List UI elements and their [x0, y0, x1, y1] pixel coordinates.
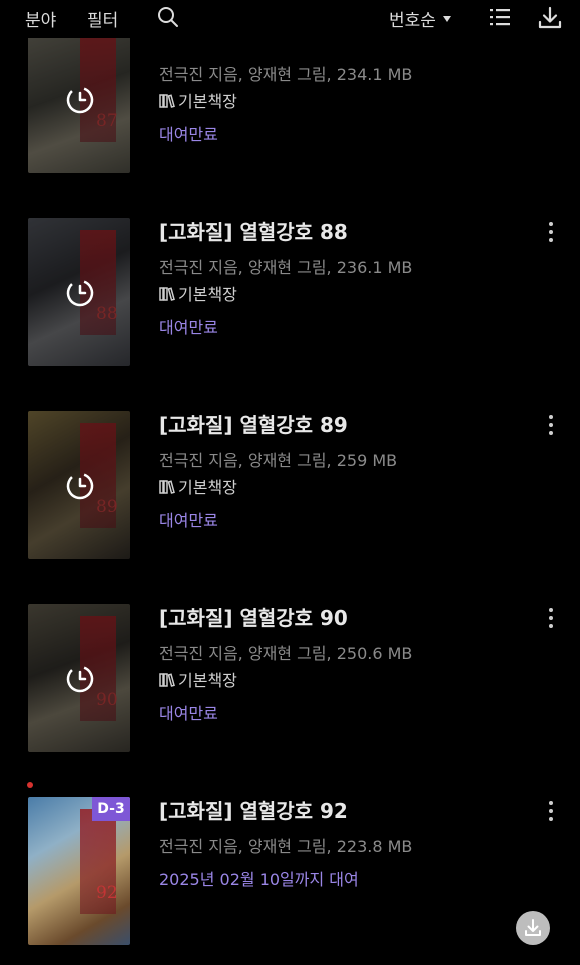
sort-dropdown[interactable]: 번호순	[389, 6, 451, 31]
rental-status: 대여만료	[159, 318, 218, 337]
book-item[interactable]: 89 [고화질] 열혈강호 89 전극진 지음, 양재현 그림, 259 MB …	[0, 386, 580, 579]
book-shelf: 기본책장	[159, 88, 237, 112]
shelf-name: 기본책장	[178, 478, 237, 497]
book-cover[interactable]: 89	[28, 411, 130, 559]
book-cover[interactable]: 88	[28, 218, 130, 366]
book-cover[interactable]: 87	[28, 25, 130, 173]
book-meta: 전극진 지음, 양재현 그림, 236.1 MB	[159, 258, 413, 277]
book-shelf: 기본책장	[159, 474, 237, 498]
more-options-icon[interactable]	[540, 797, 562, 827]
book-shelf: 기본책장	[159, 281, 237, 305]
rental-status: 2025년 02월 10일까지 대여	[159, 870, 359, 889]
book-title[interactable]: [고화질] 열혈강호 89	[159, 409, 348, 438]
shelf-name: 기본책장	[178, 285, 237, 304]
book-cover[interactable]: 90	[28, 604, 130, 752]
rental-status: 대여만료	[159, 511, 218, 530]
expired-clock-icon	[66, 472, 94, 500]
expired-clock-icon	[66, 665, 94, 693]
download-icon	[525, 919, 541, 936]
book-cover[interactable]: 92 D-3	[28, 797, 130, 945]
book-title[interactable]: [고화질] 열혈강호 90	[159, 602, 348, 631]
expired-clock-icon	[66, 86, 94, 114]
bookshelf-icon	[159, 672, 175, 687]
caret-down-icon	[442, 16, 451, 22]
top-toolbar: 분야 필터 번호순	[0, 0, 580, 38]
filter-button[interactable]: 필터	[87, 6, 118, 31]
book-meta: 전극진 지음, 양재현 그림, 223.8 MB	[159, 837, 413, 856]
book-shelf: 기본책장	[159, 667, 237, 691]
shelf-name: 기본책장	[178, 92, 237, 111]
category-button[interactable]: 분야	[25, 6, 56, 31]
sort-label: 번호순	[389, 11, 436, 31]
expired-clock-icon	[66, 279, 94, 307]
rental-status: 대여만료	[159, 125, 218, 144]
book-item[interactable]: 92 D-3 [고화질] 열혈강호 92 전극진 지음, 양재현 그림, 223…	[0, 772, 580, 965]
search-icon[interactable]	[156, 5, 180, 29]
book-title[interactable]: [고화질] 열혈강호 88	[159, 216, 348, 245]
book-meta: 전극진 지음, 양재현 그림, 259 MB	[159, 451, 398, 470]
bookshelf-icon	[159, 479, 175, 494]
more-options-icon[interactable]	[540, 411, 562, 441]
book-item[interactable]: 90 [고화질] 열혈강호 90 전극진 지음, 양재현 그림, 250.6 M…	[0, 579, 580, 772]
list-view-icon[interactable]	[488, 5, 512, 29]
bookshelf-icon	[159, 93, 175, 108]
d-day-badge: D-3	[92, 797, 130, 821]
cover-volume: 92	[96, 883, 118, 903]
more-options-icon[interactable]	[540, 218, 562, 248]
shelf-name: 기본책장	[178, 671, 237, 690]
book-meta: 전극진 지음, 양재현 그림, 250.6 MB	[159, 644, 413, 663]
more-options-icon[interactable]	[540, 604, 562, 634]
rental-status: 대여만료	[159, 704, 218, 723]
book-title[interactable]: [고화질] 열혈강호 92	[159, 795, 348, 824]
book-item[interactable]: 88 [고화질] 열혈강호 88 전극진 지음, 양재현 그림, 236.1 M…	[0, 193, 580, 386]
bookshelf-icon	[159, 286, 175, 301]
download-button[interactable]	[516, 911, 550, 945]
download-icon[interactable]	[537, 5, 563, 31]
book-meta: 전극진 지음, 양재현 그림, 234.1 MB	[159, 65, 413, 84]
